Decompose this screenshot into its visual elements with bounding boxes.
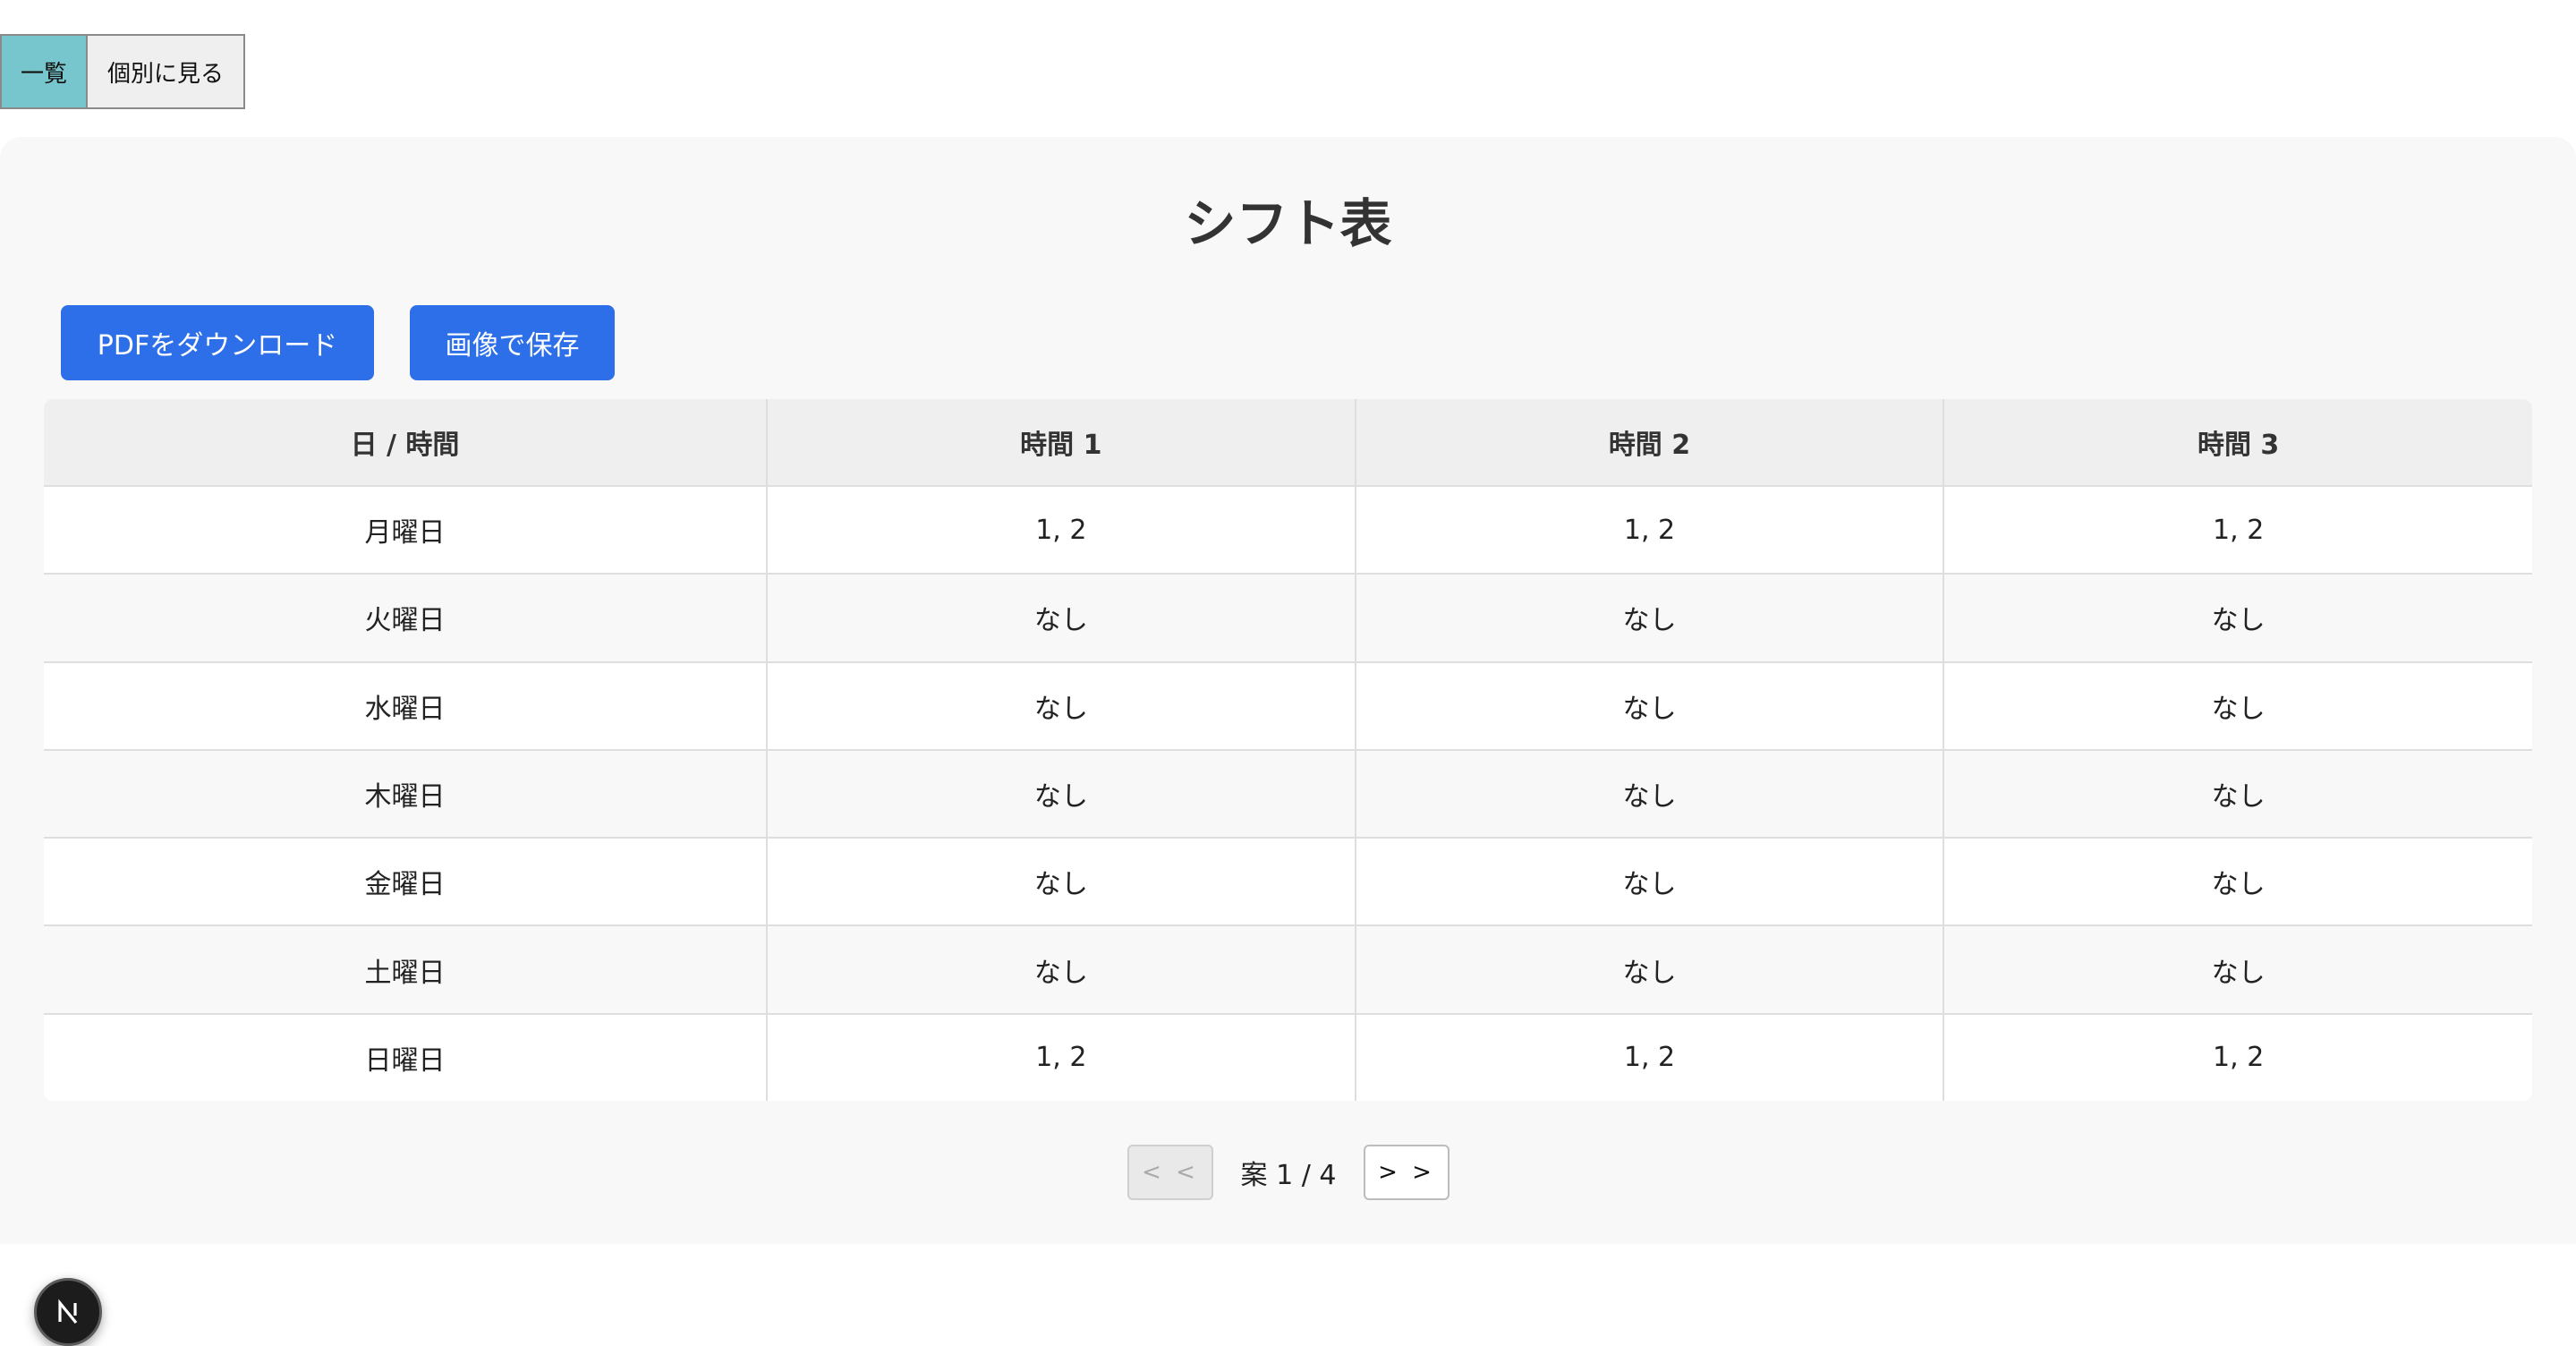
table-row: 金曜日 なし なし なし [44, 838, 2532, 927]
shift-cell: なし [767, 838, 1356, 927]
nextjs-logo-icon[interactable] [34, 1278, 102, 1346]
tab-list[interactable]: 一覧 [0, 34, 88, 109]
shift-table: 日 / 時間 時間 1 時間 2 時間 3 月曜日 1, 2 1, 2 1, 2… [44, 399, 2532, 1101]
prev-page-button[interactable]: < < [1127, 1145, 1213, 1200]
table-row: 日曜日 1, 2 1, 2 1, 2 [44, 1013, 2532, 1101]
page-indicator: 案 1 / 4 [1240, 1160, 1337, 1191]
view-tabs: 一覧 個別に見る [0, 34, 245, 109]
day-cell: 金曜日 [44, 838, 768, 927]
shift-cell: なし [1943, 574, 2532, 663]
shift-cell: 1, 2 [1355, 486, 1945, 575]
day-cell: 月曜日 [44, 486, 768, 575]
pagination: < < 案 1 / 4 > > [0, 1145, 2576, 1202]
shift-cell: 1, 2 [1355, 1013, 1945, 1101]
table-row: 土曜日 なし なし なし [44, 925, 2532, 1015]
day-cell: 土曜日 [44, 925, 768, 1015]
shift-cell: 1, 2 [767, 1013, 1356, 1101]
shift-cell: なし [1943, 925, 2532, 1015]
shift-cell: なし [767, 925, 1356, 1015]
shift-cell: なし [1943, 661, 2532, 751]
shift-cell: 1, 2 [1943, 486, 2532, 575]
shift-cell: なし [767, 749, 1356, 839]
table-header-row: 日 / 時間 時間 1 時間 2 時間 3 [44, 399, 2532, 487]
table-row: 火曜日 なし なし なし [44, 574, 2532, 663]
table-header-cell: 時間 2 [1355, 399, 1945, 487]
day-cell: 木曜日 [44, 749, 768, 839]
n-glyph-icon [58, 1299, 78, 1325]
shift-cell: なし [1355, 838, 1945, 927]
tab-individual[interactable]: 個別に見る [86, 34, 245, 109]
shift-cell: 1, 2 [767, 486, 1356, 575]
page-title: シフト表 [1184, 193, 1392, 254]
day-cell: 火曜日 [44, 574, 768, 663]
table-row: 水曜日 なし なし なし [44, 661, 2532, 751]
table-row: 月曜日 1, 2 1, 2 1, 2 [44, 486, 2532, 575]
day-cell: 水曜日 [44, 661, 768, 751]
shift-panel: シフト表 PDFをダウンロード 画像で保存 日 / 時間 時間 1 時間 2 時… [0, 137, 2576, 1346]
save-image-button[interactable]: 画像で保存 [410, 305, 615, 380]
shift-cell: なし [1355, 925, 1945, 1015]
table-header-cell: 日 / 時間 [44, 399, 768, 487]
shift-cell: なし [1943, 749, 2532, 839]
table-header-cell: 時間 1 [767, 399, 1356, 487]
shift-cell: なし [1355, 574, 1945, 663]
next-page-button[interactable]: > > [1364, 1145, 1450, 1200]
table-row: 木曜日 なし なし なし [44, 749, 2532, 839]
table-header-cell: 時間 3 [1943, 399, 2532, 487]
shift-cell: なし [1943, 838, 2532, 927]
download-pdf-button[interactable]: PDFをダウンロード [61, 305, 374, 380]
shift-cell: なし [767, 661, 1356, 751]
day-cell: 日曜日 [44, 1013, 768, 1101]
shift-cell: なし [1355, 749, 1945, 839]
shift-cell: なし [767, 574, 1356, 663]
shift-cell: 1, 2 [1943, 1013, 2532, 1101]
shift-cell: なし [1355, 661, 1945, 751]
